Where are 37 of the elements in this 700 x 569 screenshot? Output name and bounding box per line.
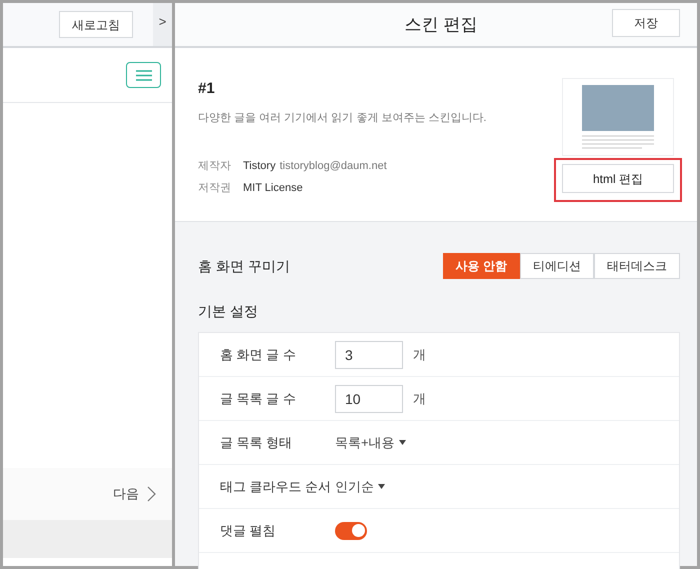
caret-icon bbox=[378, 484, 385, 489]
segment-tab[interactable]: 사용 안함 bbox=[442, 253, 520, 279]
unit-label: 개 bbox=[413, 390, 426, 408]
setting-label: 글 목록 형태 bbox=[219, 434, 294, 452]
text-lines-drawing bbox=[582, 134, 654, 150]
setting-label: 댓글 펼침 bbox=[219, 522, 277, 540]
chevron-right-icon bbox=[147, 486, 156, 502]
html-edit-button[interactable]: html 편집 bbox=[562, 164, 674, 193]
photo-placeholder bbox=[582, 85, 654, 131]
section-title: 기본 설정 bbox=[197, 302, 259, 321]
meta-value: Tistory bbox=[243, 159, 276, 174]
skin-description: 다양한 글을 여러 기기에서 읽기 좋게 보여주는 스킨입니다. bbox=[198, 110, 488, 126]
dropdown-select[interactable]: 인기순 bbox=[335, 476, 385, 496]
segment-tab[interactable]: 태터데스크 bbox=[594, 253, 680, 279]
segment-tab[interactable]: 티에디션 bbox=[520, 253, 594, 279]
number-input[interactable]: 3 bbox=[335, 340, 403, 368]
toggle-switch[interactable] bbox=[335, 522, 367, 540]
unit-label: 개 bbox=[413, 346, 426, 364]
meta-label: 제작자 bbox=[198, 159, 231, 174]
save-button[interactable]: 저장 bbox=[612, 9, 680, 37]
meta-email: tistoryblog@daum.net bbox=[280, 159, 387, 174]
dropdown-select[interactable]: 목록+내용 bbox=[335, 432, 406, 452]
meta-label: 저작권 bbox=[198, 180, 231, 196]
menu-button[interactable] bbox=[126, 62, 161, 88]
caret-icon bbox=[398, 440, 406, 445]
setting-label: 홈 화면 글 수 bbox=[219, 346, 297, 364]
skin-name: #1 bbox=[198, 79, 216, 99]
number-input[interactable]: 10 bbox=[335, 384, 403, 412]
section-title: 홈 화면 꾸미기 bbox=[198, 256, 290, 276]
setting-label: 태그 클라우드 순서 bbox=[219, 478, 332, 496]
refresh-button[interactable]: 새로고침 bbox=[59, 11, 133, 38]
meta-value: MIT License bbox=[243, 180, 303, 196]
setting-label: 글 목록 글 수 bbox=[219, 390, 297, 408]
next-link[interactable]: 다음 bbox=[113, 484, 156, 504]
menu-icon bbox=[136, 70, 152, 80]
collapse-toggle[interactable]: > bbox=[153, 3, 172, 46]
page-title: 스킨 편집 bbox=[404, 14, 478, 36]
